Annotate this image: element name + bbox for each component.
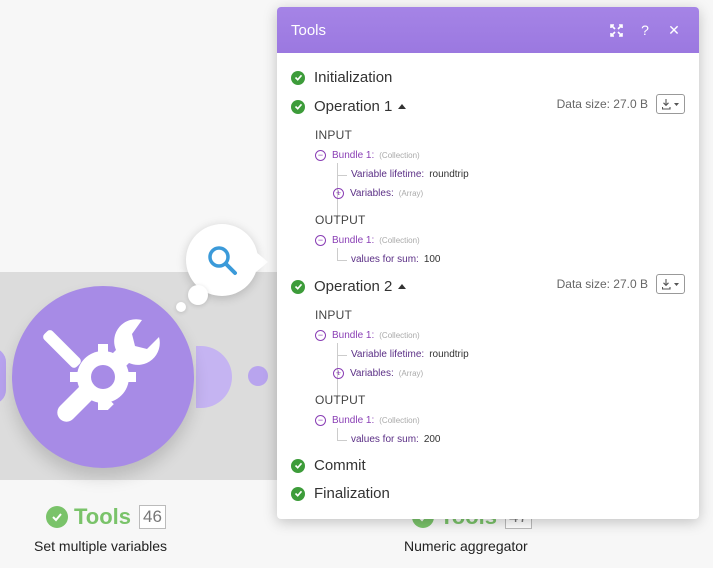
tree-value: 200 xyxy=(423,434,441,445)
check-icon xyxy=(291,458,305,473)
tree-line xyxy=(337,175,347,176)
tree-type: (Collection) xyxy=(379,151,420,160)
output-label: OUTPUT xyxy=(315,213,366,227)
tree-variables-row[interactable]: + Variables: (Array) xyxy=(333,368,423,379)
download-button[interactable] xyxy=(656,94,685,114)
caret-up-icon xyxy=(398,104,407,109)
tree-type: (Array) xyxy=(398,369,424,378)
module-subtitle: Numeric aggregator xyxy=(404,538,528,554)
tree-value: 100 xyxy=(423,254,441,265)
check-icon xyxy=(291,486,305,501)
stage-label: Commit xyxy=(314,457,366,474)
tree-line xyxy=(337,440,347,441)
operation-1-toggle[interactable]: Operation 1 xyxy=(291,98,407,115)
stage-initialization[interactable]: Initialization xyxy=(291,69,392,86)
check-icon xyxy=(46,506,68,528)
collapse-icon[interactable]: − xyxy=(315,415,326,426)
route-dot[interactable] xyxy=(248,366,268,386)
tree-key: Variables: xyxy=(350,188,394,199)
check-icon xyxy=(291,99,305,114)
expand-icon[interactable]: + xyxy=(333,368,344,379)
tree-key: Variable lifetime: xyxy=(351,349,425,360)
operation-2-toggle[interactable]: Operation 2 xyxy=(291,278,407,295)
expand-icon[interactable]: + xyxy=(333,188,344,199)
bubble-dot-small xyxy=(176,302,186,312)
operation-label: Operation 1 xyxy=(314,98,393,115)
help-button[interactable]: ? xyxy=(634,19,656,41)
tree-type: (Collection) xyxy=(379,416,420,425)
module-name: Tools xyxy=(74,504,132,529)
tools-icon xyxy=(43,319,160,422)
bubble-dot-large xyxy=(188,285,208,305)
download-icon xyxy=(661,278,679,290)
bubble-tail xyxy=(256,252,268,272)
tree-type: (Collection) xyxy=(379,331,420,340)
tree-key: Variables: xyxy=(350,368,394,379)
data-size-label: Data size: 27.0 B xyxy=(556,277,648,291)
tree-leaf-row: Variable lifetime: roundtrip xyxy=(351,349,469,360)
tree-key: values for sum: xyxy=(351,434,419,445)
stage-finalization[interactable]: Finalization xyxy=(291,485,390,502)
operation-1-size: Data size: 27.0 B xyxy=(557,94,685,114)
tree-line xyxy=(337,355,347,356)
panel-title: Tools xyxy=(291,21,327,39)
operation-label: Operation 2 xyxy=(314,278,393,295)
tree-key: Bundle 1: xyxy=(332,150,375,161)
expand-icon xyxy=(609,23,623,37)
tree-bundle-row[interactable]: − Bundle 1: (Collection) xyxy=(315,235,420,246)
tree-value: roundtrip xyxy=(429,169,469,180)
tree-type: (Collection) xyxy=(379,236,420,245)
tree-leaf-row: values for sum: 100 xyxy=(351,254,441,265)
tree-variables-row[interactable]: + Variables: (Array) xyxy=(333,188,423,199)
input-label: INPUT xyxy=(315,308,352,322)
stage-label: Finalization xyxy=(314,485,390,502)
tree-line xyxy=(337,248,338,260)
data-size-label: Data size: 27.0 B xyxy=(556,97,648,111)
tree-key: Bundle 1: xyxy=(332,235,375,246)
download-icon xyxy=(661,98,679,110)
tree-key: Bundle 1: xyxy=(332,330,375,341)
collapse-icon[interactable]: − xyxy=(315,150,326,161)
expand-button[interactable] xyxy=(605,19,627,41)
collapse-icon[interactable]: − xyxy=(315,330,326,341)
tree-bundle-row[interactable]: − Bundle 1: (Collection) xyxy=(315,150,420,161)
collapse-icon[interactable]: − xyxy=(315,235,326,246)
check-icon xyxy=(291,70,305,85)
tree-line xyxy=(337,260,347,261)
tools-module-node[interactable] xyxy=(12,286,194,468)
operation-2-size: Data size: 27.0 B xyxy=(557,274,685,294)
tree-leaf-row: values for sum: 200 xyxy=(351,434,441,445)
tree-key: Variable lifetime: xyxy=(351,169,425,180)
tree-key: Bundle 1: xyxy=(332,415,375,426)
output-label: OUTPUT xyxy=(315,393,366,407)
caret-up-icon xyxy=(398,284,407,289)
search-icon xyxy=(208,246,237,275)
tools-output-panel: Tools ? ✕ Initialization Operation 1 Dat… xyxy=(277,7,699,519)
module-subtitle: Set multiple variables xyxy=(34,538,168,554)
tree-type: (Array) xyxy=(398,189,424,198)
module-label-1: Tools 46 xyxy=(46,504,166,530)
check-icon xyxy=(291,279,305,294)
tree-value: roundtrip xyxy=(429,349,469,360)
tree-bundle-row[interactable]: − Bundle 1: (Collection) xyxy=(315,330,420,341)
stage-commit[interactable]: Commit xyxy=(291,457,366,474)
download-button[interactable] xyxy=(656,274,685,294)
tree-line xyxy=(337,428,338,440)
tree-bundle-row[interactable]: − Bundle 1: (Collection) xyxy=(315,415,420,426)
tree-leaf-row: Variable lifetime: roundtrip xyxy=(351,169,469,180)
tree-key: values for sum: xyxy=(351,254,419,265)
stage-label: Initialization xyxy=(314,69,393,86)
close-button[interactable]: ✕ xyxy=(663,19,685,41)
operation-count-badge: 46 xyxy=(139,505,166,529)
input-label: INPUT xyxy=(315,128,352,142)
panel-header: Tools ? ✕ xyxy=(277,7,699,53)
